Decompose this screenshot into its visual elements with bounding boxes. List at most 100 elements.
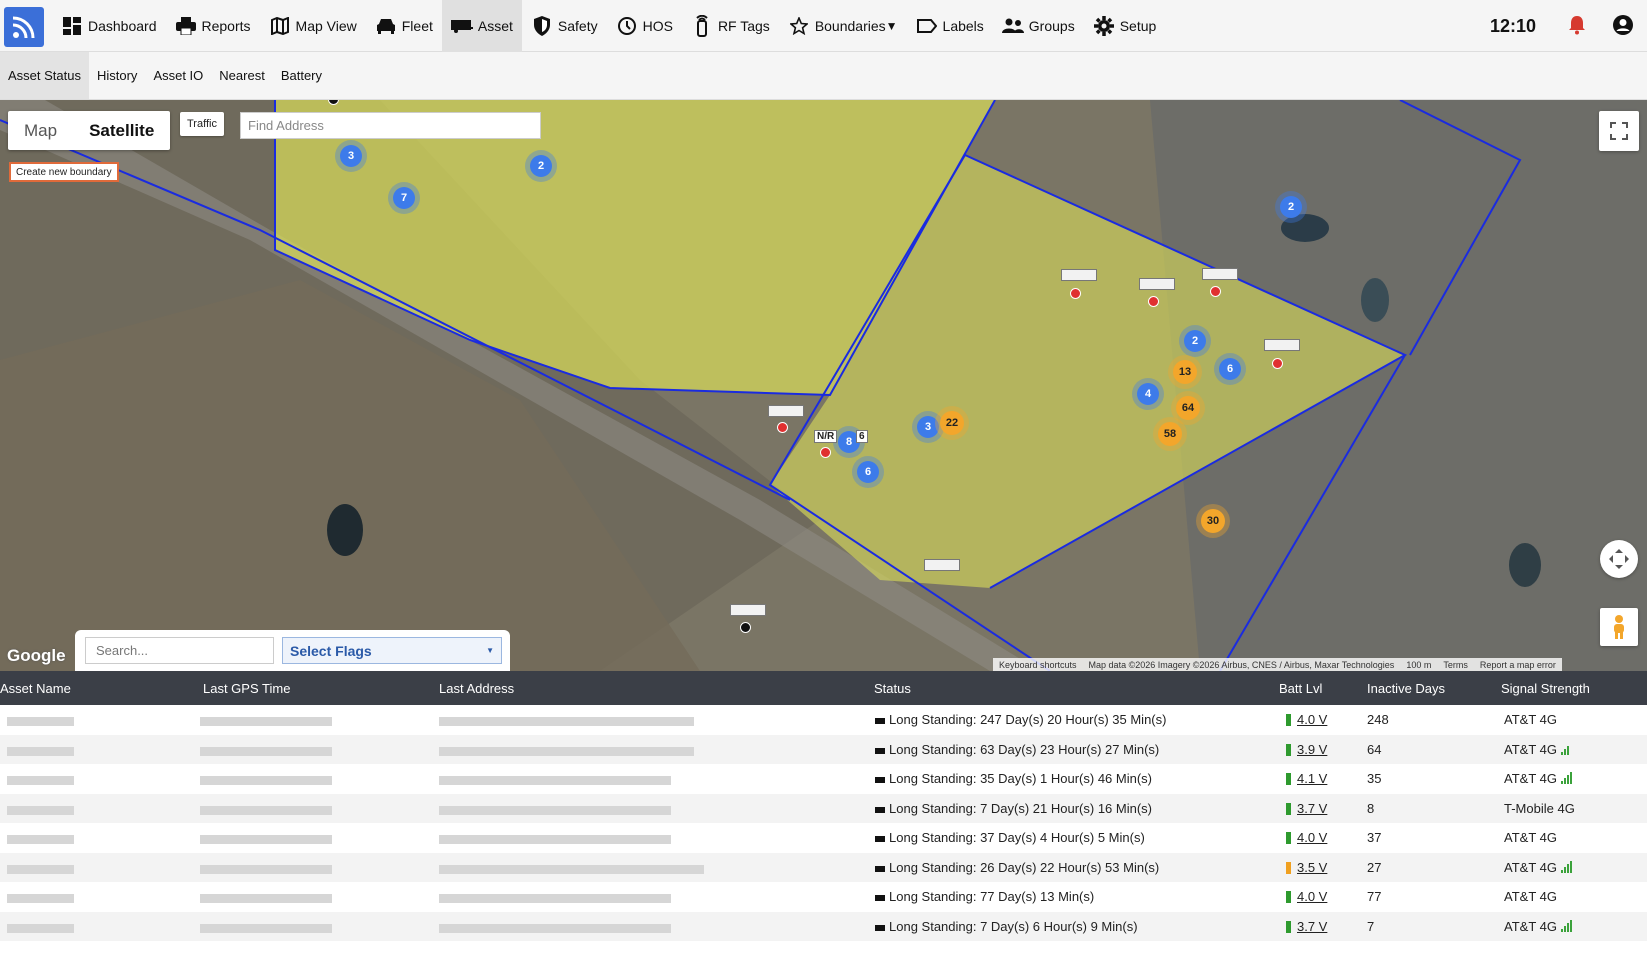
asset-tag-marker[interactable] [1264,339,1300,351]
report-map-error-link[interactable]: Report a map error [1474,660,1562,670]
nav-fleet[interactable]: Fleet [366,0,442,52]
asset-cluster-marker[interactable]: 30 [1201,509,1225,533]
gps-time-redacted [200,717,332,726]
table-row[interactable]: Long Standing: 35 Day(s) 1 Hour(s) 46 Mi… [0,764,1647,793]
user-account-icon[interactable] [1612,14,1634,41]
asset-cluster-marker[interactable]: 3 [340,145,362,167]
find-address-input[interactable]: Find Address [240,112,541,139]
app-logo[interactable] [4,7,44,47]
asset-pin-marker[interactable] [1210,286,1221,297]
table-row[interactable]: Long Standing: 7 Day(s) 6 Hour(s) 9 Min(… [0,911,1647,941]
status-icon [875,806,885,813]
asset-cluster-marker[interactable]: 6 [1219,358,1241,380]
table-row[interactable]: Long Standing: 26 Day(s) 22 Hour(s) 53 M… [0,852,1647,882]
battery-voltage-link[interactable]: 3.7 V [1297,919,1327,934]
table-row[interactable]: Long Standing: 37 Day(s) 4 Hour(s) 5 Min… [0,823,1647,852]
asset-tag-marker[interactable] [1061,269,1097,281]
col-last-gps-time[interactable]: Last GPS Time [203,681,290,696]
col-signal-strength[interactable]: Signal Strength [1501,681,1590,696]
clock: 12:10 [1490,16,1537,36]
asset-pin-marker[interactable] [820,447,831,458]
col-last-address[interactable]: Last Address [439,681,514,696]
asset-cluster-marker[interactable]: 64 [1176,396,1200,420]
select-flags-dropdown[interactable]: Select Flags ▼ [282,637,502,664]
asset-cluster-marker[interactable]: 2 [1280,196,1302,218]
status-cell: Long Standing: 26 Day(s) 22 Hour(s) 53 M… [889,859,1160,875]
col-batt-lvl[interactable]: Batt Lvl [1279,681,1322,696]
nav-safety[interactable]: Safety [522,0,607,52]
asset-tag-marker[interactable] [924,559,960,571]
battery-voltage-link[interactable]: 3.9 V [1297,742,1327,757]
asset-pin-marker[interactable] [740,622,751,633]
asset-cluster-marker[interactable]: 6 [857,461,879,483]
battery-voltage-link[interactable]: 4.0 V [1297,889,1327,904]
asset-cluster-marker[interactable]: 2 [1184,330,1206,352]
nav-labels[interactable]: Labels [907,0,993,52]
asset-cluster-marker[interactable]: 7 [393,187,415,209]
gps-time-redacted [200,746,332,756]
asset-pin-marker[interactable] [777,422,788,433]
nav-label: Map View [295,18,357,34]
nav-map-view[interactable]: Map View [260,0,366,52]
nav-rf-tags[interactable]: RF Tags [682,0,779,52]
asset-cluster-marker[interactable]: 2 [530,155,552,177]
nav-label: Asset [477,18,513,34]
inactive-days-cell: 77 [1367,889,1382,904]
battery-voltage-link[interactable]: 4.0 V [1297,830,1327,845]
asset-search-input[interactable]: Search... [85,637,274,664]
nav-asset[interactable]: Asset [441,0,522,52]
asset-pin-marker[interactable] [1070,288,1081,299]
battery-icon [1286,802,1291,815]
subtab-asset-status[interactable]: Asset Status [0,52,89,99]
asset-pin-marker[interactable] [1148,296,1159,307]
battery-voltage-link[interactable]: 3.5 V [1297,860,1327,875]
pan-control-icon[interactable] [1600,540,1638,578]
terms-link[interactable]: Terms [1437,660,1474,670]
battery-voltage-link[interactable]: 4.1 V [1297,771,1327,786]
table-row[interactable]: Long Standing: 247 Day(s) 20 Hour(s) 35 … [0,705,1647,734]
asset-cluster-marker[interactable]: 13 [1173,360,1197,384]
asset-tag-marker[interactable] [768,405,804,417]
asset-tag-marker[interactable] [1139,278,1175,290]
dashboard-icon [61,15,83,37]
nav-boundaries[interactable]: Boundaries ▼ [779,0,907,52]
asset-cluster-marker[interactable]: 3 [917,416,939,438]
battery-voltage-link[interactable]: 4.0 V [1297,712,1327,727]
nav-groups[interactable]: Groups [993,0,1084,52]
col-asset-name[interactable]: Asset Name [0,681,71,696]
table-row[interactable]: Long Standing: 77 Day(s) 13 Min(s) 4.0 V 7… [0,882,1647,911]
table-row[interactable]: Long Standing: 63 Day(s) 23 Hour(s) 27 M… [0,734,1647,764]
keyboard-shortcuts-link[interactable]: Keyboard shortcuts [993,660,1083,670]
map-type-map-button[interactable]: Map [8,111,73,150]
battery-icon [1286,714,1291,726]
signal-strength-cell: AT&T 4G [1504,859,1557,875]
gps-time-redacted [200,776,332,785]
asset-pin-marker[interactable] [1272,358,1283,369]
battery-voltage-link[interactable]: 3.7 V [1297,801,1327,816]
nav-reports[interactable]: Reports [166,0,260,52]
asset-tag-marker[interactable] [730,604,766,616]
asset-cluster-marker[interactable]: 4 [1137,383,1159,405]
subtab-nearest[interactable]: Nearest [211,52,273,99]
col-status[interactable]: Status [874,681,911,696]
map-type-satellite-button[interactable]: Satellite [73,111,170,150]
asset-cluster-marker[interactable]: 58 [1158,422,1182,446]
nav-hos[interactable]: HOS [607,0,682,52]
nav-label: HOS [642,18,673,34]
traffic-toggle-button[interactable]: Traffic [180,112,224,136]
street-view-pegman-icon[interactable] [1600,608,1638,646]
map-road-label: 6 [856,430,868,443]
asset-tag-marker[interactable] [1202,268,1238,280]
bell-icon[interactable] [1568,15,1586,40]
nav-dashboard[interactable]: Dashboard [52,0,166,52]
subtab-battery[interactable]: Battery [273,52,330,99]
col-inactive-days[interactable]: Inactive Days [1367,681,1445,696]
satellite-map[interactable]: 3 2 7 2 2 6 4 8 6 3 13 64 58 22 30 N/R 6… [0,100,1647,671]
table-row[interactable]: Long Standing: 7 Day(s) 21 Hour(s) 16 Mi… [0,793,1647,823]
asset-cluster-marker[interactable]: 22 [940,411,964,435]
create-new-boundary-button[interactable]: Create new boundary [9,162,119,182]
subtab-asset-io[interactable]: Asset IO [145,52,211,99]
nav-setup[interactable]: Setup [1084,0,1166,52]
subtab-history[interactable]: History [89,52,145,99]
fullscreen-icon[interactable] [1599,111,1639,151]
